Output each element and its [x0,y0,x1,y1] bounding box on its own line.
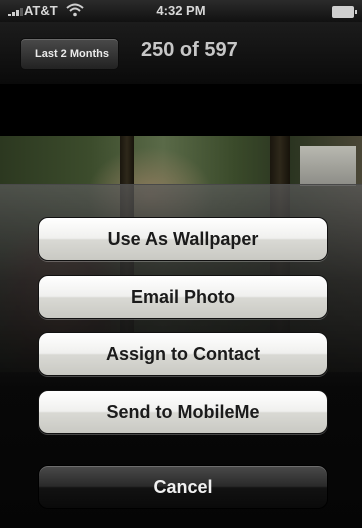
assign-to-contact-button[interactable]: Assign to Contact [38,332,328,376]
email-photo-button[interactable]: Email Photo [38,275,328,319]
back-button[interactable]: Last 2 Months [20,38,119,70]
photo-house [300,146,356,186]
status-time: 4:32 PM [156,3,206,18]
photo-counter-title: 250 of 597 [141,39,238,61]
battery-icon [332,6,357,18]
nav-bar: Last 2 Months 250 of 597 [0,22,362,84]
use-as-wallpaper-button[interactable]: Use As Wallpaper [38,217,328,261]
iphone-screen: AT&T 4:32 PM Last 2 Months 250 of 597 Us… [0,0,362,528]
send-to-mobileme-button[interactable]: Send to MobileMe [38,390,328,434]
status-bar: AT&T 4:32 PM [0,0,362,22]
cancel-button[interactable]: Cancel [38,465,328,509]
